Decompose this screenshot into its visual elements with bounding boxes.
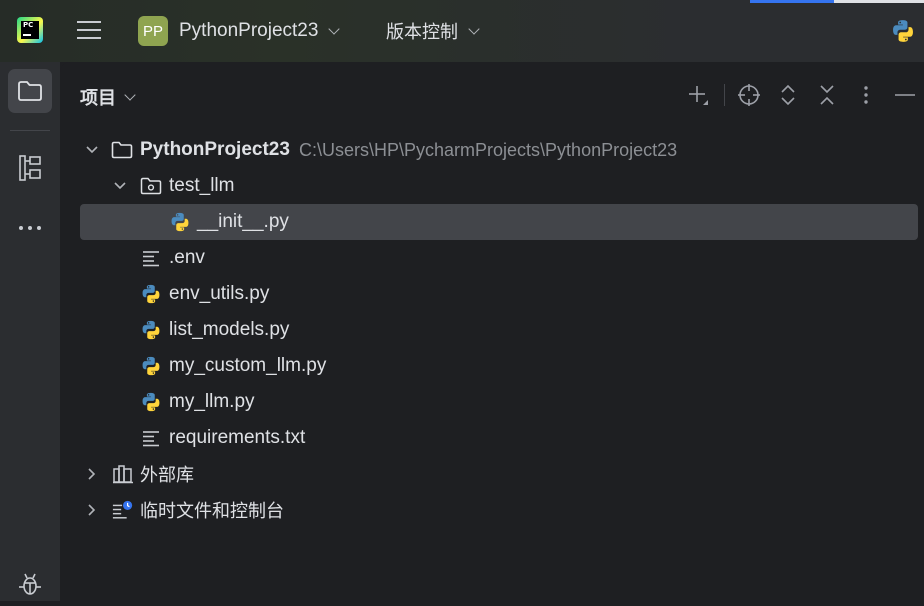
more-tools-button[interactable]	[8, 206, 52, 250]
tree-item-label: env_utils.py	[169, 283, 270, 304]
python-file-icon	[140, 283, 162, 305]
structure-icon	[19, 155, 41, 181]
root-name: PythonProject23	[140, 139, 290, 160]
locate-file-button[interactable]	[736, 82, 762, 108]
library-icon	[112, 463, 134, 485]
chevron-down-icon[interactable]	[85, 143, 99, 157]
python-interpreter-icon[interactable]	[890, 18, 916, 44]
tool-window-bar	[0, 62, 60, 601]
expand-all-button[interactable]	[775, 82, 801, 108]
expand-icon	[781, 84, 795, 106]
tree-item-file[interactable]: requirements.txt	[80, 420, 918, 456]
project-name: PythonProject23	[179, 20, 319, 41]
folder-icon	[18, 81, 42, 101]
chevron-down-icon	[328, 22, 341, 35]
tree-item-external-libraries[interactable]: 外部库	[80, 456, 918, 492]
text-file-icon	[140, 247, 162, 269]
vcs-menu[interactable]: 版本控制	[386, 15, 480, 47]
project-tool-button[interactable]	[8, 69, 52, 113]
main-menu-icon[interactable]	[77, 19, 101, 41]
tree-item-file[interactable]: env_utils.py	[80, 276, 918, 312]
python-file-icon	[140, 319, 162, 341]
options-button[interactable]	[853, 82, 879, 108]
chevron-right-icon[interactable]	[85, 503, 99, 517]
bug-icon	[19, 573, 41, 595]
window-accent-blue	[750, 0, 834, 3]
project-panel: 项目 PythonProject23 C:\Users\HP\PycharmPr…	[60, 62, 924, 601]
logo-text: PC	[23, 21, 34, 29]
structure-tool-button[interactable]	[8, 146, 52, 190]
chevron-down-icon	[468, 22, 480, 35]
collapse-icon	[820, 85, 834, 105]
project-switcher[interactable]: PP PythonProject23	[138, 15, 341, 47]
tree-item-file[interactable]: my_llm.py	[80, 384, 918, 420]
python-file-icon	[140, 355, 162, 377]
tree-item-folder[interactable]: test_llm	[80, 168, 918, 204]
vcs-label: 版本控制	[386, 22, 458, 43]
python-file-icon	[140, 391, 162, 413]
python-file-icon	[169, 211, 191, 233]
text-file-icon	[140, 427, 162, 449]
plus-icon	[689, 86, 708, 105]
crosshair-icon	[738, 84, 760, 106]
tree-item-label: list_models.py	[169, 319, 290, 340]
pycharm-logo-icon[interactable]: PC	[17, 17, 43, 43]
tree-item-label: my_custom_llm.py	[169, 355, 327, 376]
debug-tool-button[interactable]	[8, 562, 52, 606]
chevron-down-icon[interactable]	[113, 179, 127, 193]
window-accent-light	[834, 0, 924, 3]
collapse-all-button[interactable]	[814, 82, 840, 108]
toolbar-divider	[10, 130, 50, 131]
chevron-down-icon	[124, 88, 136, 101]
new-file-button[interactable]	[685, 82, 711, 108]
more-horizontal-icon	[19, 226, 41, 230]
more-vertical-icon	[864, 86, 868, 104]
project-view-selector[interactable]: 项目	[80, 84, 136, 110]
scratch-icon	[112, 499, 134, 521]
tree-item-file-selected[interactable]: __init__.py	[80, 204, 918, 240]
tree-item-label: 临时文件和控制台	[140, 501, 284, 522]
folder-icon	[111, 139, 133, 161]
tree-item-root[interactable]: PythonProject23 C:\Users\HP\PycharmProje…	[80, 132, 918, 168]
minimize-icon	[895, 94, 915, 96]
tree-item-file[interactable]: my_custom_llm.py	[80, 348, 918, 384]
package-folder-icon	[140, 175, 162, 197]
root-path: C:\Users\HP\PycharmProjects\PythonProjec…	[299, 139, 678, 160]
hide-panel-button[interactable]	[892, 82, 918, 108]
title-bar: PC PP PythonProject23 版本控制	[0, 0, 924, 62]
tree-item-label: __init__.py	[197, 211, 289, 232]
tree-item-scratches[interactable]: 临时文件和控制台	[80, 492, 918, 528]
chevron-right-icon[interactable]	[85, 467, 99, 481]
project-badge: PP	[138, 16, 168, 46]
tree-item-label: test_llm	[169, 175, 235, 196]
toolbar-separator	[724, 84, 725, 106]
tree-item-label: 外部库	[140, 465, 194, 486]
tree-item-file[interactable]: list_models.py	[80, 312, 918, 348]
tree-item-label: requirements.txt	[169, 427, 306, 448]
panel-title: 项目	[80, 88, 116, 109]
tree-item-file[interactable]: .env	[80, 240, 918, 276]
tree-item-label: .env	[169, 247, 205, 268]
tree-item-label: my_llm.py	[169, 391, 255, 412]
